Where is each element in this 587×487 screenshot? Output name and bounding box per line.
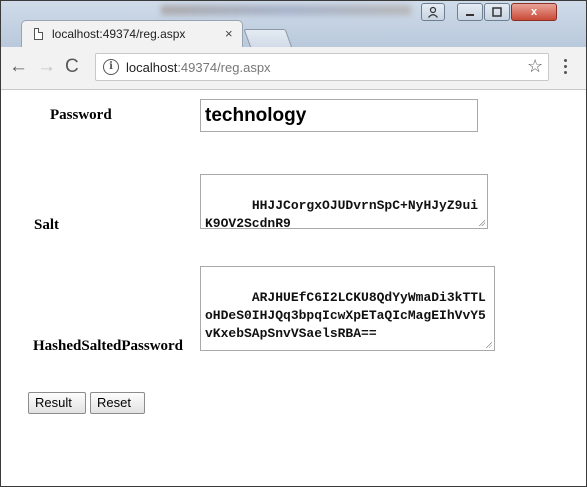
hashed-salted-password-label: HashedSaltedPassword [33, 338, 184, 354]
tab-close-icon[interactable]: × [225, 26, 233, 41]
user-icon [428, 6, 438, 18]
salt-textarea[interactable]: HHJJCorgxOJUDvrnSpC+NyHJyZ9uiK9OV2ScdnR9 [200, 174, 488, 229]
minimize-button[interactable] [457, 3, 483, 21]
bookmark-star-icon[interactable]: ☆ [527, 56, 543, 77]
url-path: :49374/reg.aspx [177, 60, 271, 75]
reset-button[interactable]: Reset [90, 392, 145, 414]
forward-arrow-icon[interactable]: → [37, 56, 56, 78]
salt-label: Salt [34, 217, 60, 233]
info-icon[interactable]: i [103, 59, 119, 75]
browser-toolbar: ← → C i localhost:49374/reg.aspx ☆ [1, 47, 586, 90]
page-content: Password technology Salt HHJJCorgxOJUDvr… [1, 90, 586, 486]
url-host: localhost [126, 60, 178, 75]
reload-icon[interactable]: C [65, 56, 79, 78]
menu-dots-icon[interactable] [564, 59, 568, 79]
tab-active[interactable]: localhost:49374/reg.aspx × [21, 20, 243, 48]
url-text[interactable]: localhost:49374/reg.aspx [126, 60, 271, 75]
background-blur [161, 5, 411, 15]
browser-window: localhost:49374/reg.aspx × x ← → C i loc… [0, 0, 587, 487]
password-input[interactable]: technology [200, 99, 478, 132]
minimize-icon [466, 14, 474, 16]
user-profile-button[interactable] [421, 3, 445, 21]
page-icon [34, 28, 43, 40]
window-close-button[interactable]: x [511, 3, 557, 21]
maximize-icon [492, 7, 502, 17]
new-tab-button[interactable] [243, 29, 293, 48]
maximize-button[interactable] [484, 3, 510, 21]
back-arrow-icon[interactable]: ← [9, 56, 28, 78]
resize-grip-icon[interactable] [485, 341, 492, 348]
result-button[interactable]: Result [28, 392, 86, 414]
resize-grip-icon[interactable] [478, 219, 485, 226]
hashed-salted-password-textarea[interactable]: ARJHUEfC6I2LCKU8QdYyWmaDi3kTTLoHDeS0IHJQ… [200, 266, 495, 351]
title-bar: localhost:49374/reg.aspx × x [1, 1, 586, 48]
address-bar[interactable]: i localhost:49374/reg.aspx ☆ [95, 53, 549, 81]
password-label: Password [50, 107, 112, 123]
tab-title: localhost:49374/reg.aspx [52, 27, 186, 41]
salt-value: HHJJCorgxOJUDvrnSpC+NyHJyZ9uiK9OV2ScdnR9 [205, 198, 479, 229]
hashed-salted-password-value: ARJHUEfC6I2LCKU8QdYyWmaDi3kTTLoHDeS0IHJQ… [205, 290, 486, 341]
